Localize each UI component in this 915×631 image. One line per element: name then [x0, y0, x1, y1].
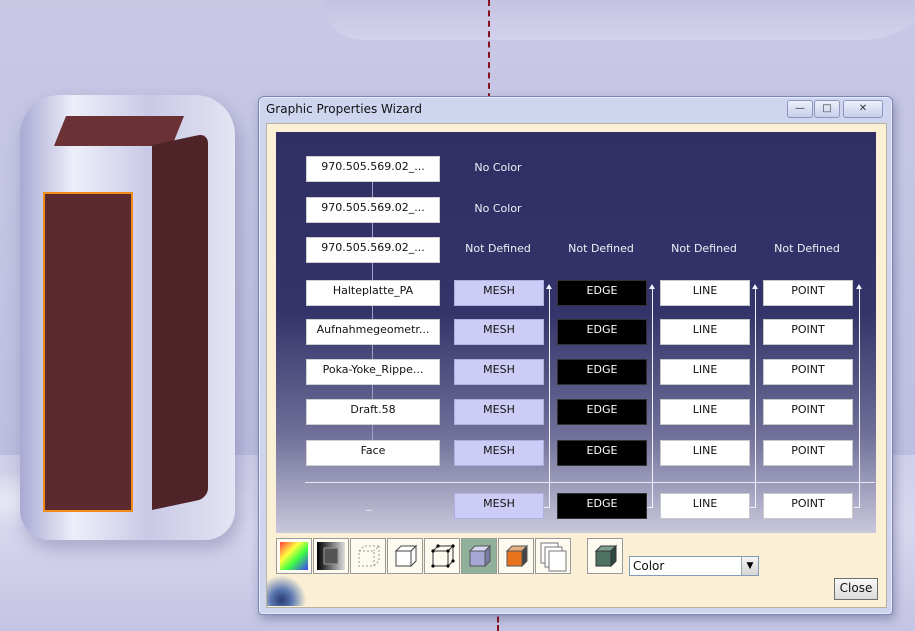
point-connector: [859, 289, 860, 507]
line-cell[interactable]: LINE: [660, 493, 750, 519]
box-icon[interactable]: [387, 538, 423, 574]
edge-cell[interactable]: EDGE: [557, 319, 647, 345]
mesh-connector: [549, 289, 550, 507]
edge-arrow-icon: [649, 284, 655, 289]
minimize-button[interactable]: —: [787, 100, 813, 118]
edge-connector: [652, 289, 653, 507]
color-status-label: No Color: [474, 161, 522, 174]
point-cell[interactable]: POINT: [763, 280, 853, 306]
separator-line: [305, 482, 875, 483]
mesh-status-label: Not Defined: [465, 242, 531, 255]
title-bar[interactable]: Graphic Properties Wizard — □ ✕: [259, 97, 892, 123]
line-cell[interactable]: LINE: [660, 359, 750, 385]
dialog-client-area: 970.505.569.02_... 970.505.569.02_... 97…: [266, 123, 887, 608]
top-geometry: [305, 0, 915, 40]
tree-node[interactable]: Poka-Yoke_Rippe...: [306, 359, 440, 385]
property-combo[interactable]: Color ▼: [629, 556, 759, 576]
tree-node[interactable]: Draft.58: [306, 399, 440, 425]
mesh-hook: [544, 507, 550, 508]
color-wheel-icon[interactable]: [276, 538, 312, 574]
point-cell[interactable]: POINT: [763, 359, 853, 385]
layers-icon[interactable]: [535, 538, 571, 574]
mesh-cell[interactable]: MESH: [454, 399, 544, 425]
point-status-label: Not Defined: [774, 242, 840, 255]
wireframe-box-icon[interactable]: [350, 538, 386, 574]
tree-node[interactable]: Halteplatte_PA: [306, 280, 440, 306]
close-window-button[interactable]: ✕: [843, 100, 883, 118]
chevron-down-icon[interactable]: ▼: [741, 557, 758, 575]
color-status-label: No Color: [474, 202, 522, 215]
line-status-label: Not Defined: [671, 242, 737, 255]
edge-cell[interactable]: EDGE: [557, 359, 647, 385]
point-cell[interactable]: POINT: [763, 493, 853, 519]
edge-status-label: Not Defined: [568, 242, 634, 255]
point-cell[interactable]: POINT: [763, 399, 853, 425]
tree-node[interactable]: Aufnahmegeometr...: [306, 319, 440, 345]
point-hook: [854, 507, 860, 508]
line-connector: [755, 289, 756, 507]
mesh-cell[interactable]: MESH: [454, 359, 544, 385]
tree-node[interactable]: 970.505.569.02_...: [306, 197, 440, 223]
point-arrow-icon: [856, 284, 862, 289]
properties-graph-panel: 970.505.569.02_... 970.505.569.02_... 97…: [276, 132, 876, 533]
line-arrow-icon: [752, 284, 758, 289]
combo-value: Color: [633, 559, 665, 573]
bottom-row-label: _: [366, 498, 372, 511]
line-cell[interactable]: LINE: [660, 399, 750, 425]
shaded-box-icon[interactable]: [461, 538, 497, 574]
globe-icon: [267, 576, 315, 606]
tree-node[interactable]: 970.505.569.02_...: [306, 237, 440, 263]
mesh-cell[interactable]: MESH: [454, 280, 544, 306]
point-cell[interactable]: POINT: [763, 440, 853, 466]
line-cell[interactable]: LINE: [660, 440, 750, 466]
maximize-button[interactable]: □: [814, 100, 840, 118]
graphic-properties-dialog: Graphic Properties Wizard — □ ✕ 970.505.…: [258, 96, 893, 615]
shading-icon[interactable]: [313, 538, 349, 574]
tree-node[interactable]: Face: [306, 440, 440, 466]
edge-cell[interactable]: EDGE: [557, 493, 647, 519]
edge-hook: [647, 507, 653, 508]
line-cell[interactable]: LINE: [660, 280, 750, 306]
line-cell[interactable]: LINE: [660, 319, 750, 345]
mesh-arrow-icon: [546, 284, 552, 289]
orange-face-box-icon[interactable]: [498, 538, 534, 574]
window-title: Graphic Properties Wizard: [266, 102, 422, 116]
edge-cell[interactable]: EDGE: [557, 280, 647, 306]
part-side-face[interactable]: [152, 133, 208, 510]
close-button[interactable]: Close: [834, 578, 878, 600]
line-hook: [750, 507, 756, 508]
mesh-cell[interactable]: MESH: [454, 493, 544, 519]
edge-cell[interactable]: EDGE: [557, 399, 647, 425]
part-selected-face[interactable]: [43, 192, 133, 512]
mesh-cell[interactable]: MESH: [454, 440, 544, 466]
edge-cell[interactable]: EDGE: [557, 440, 647, 466]
mesh-cell[interactable]: MESH: [454, 319, 544, 345]
vertex-box-icon[interactable]: [424, 538, 460, 574]
tree-node[interactable]: 970.505.569.02_...: [306, 156, 440, 182]
point-cell[interactable]: POINT: [763, 319, 853, 345]
green-box-icon[interactable]: [587, 538, 623, 574]
